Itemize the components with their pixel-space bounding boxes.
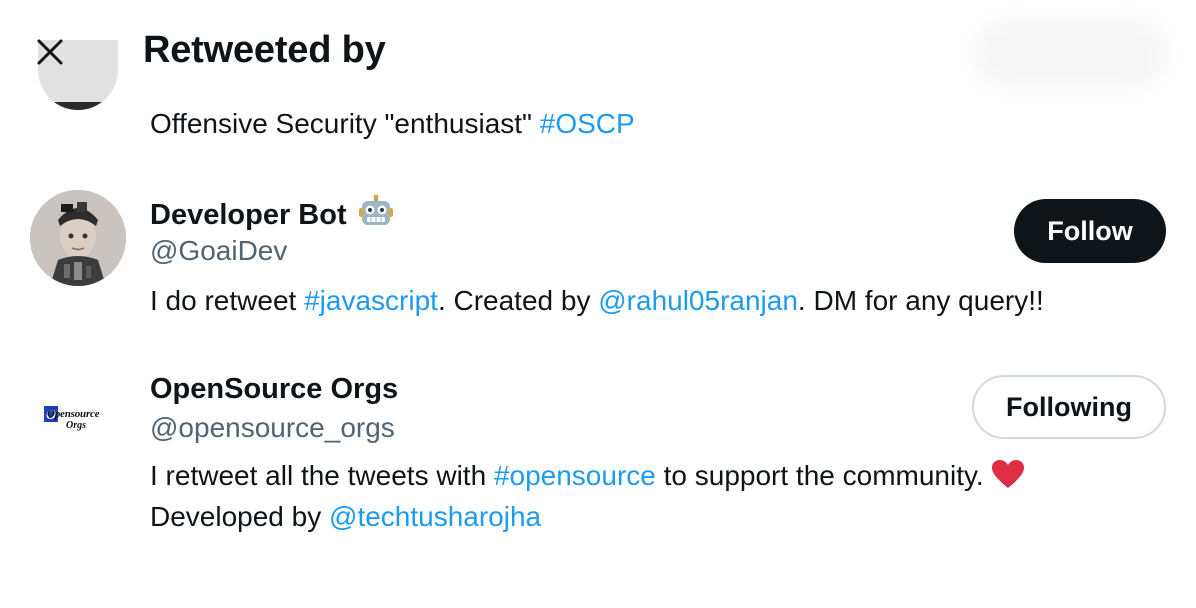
logo-text-line1: Opensource [47,408,100,420]
bio-text: Developed by [150,501,330,532]
red-heart-emoji-icon [992,460,1025,488]
user-handle[interactable]: @GoaiDev [150,232,287,270]
avatar[interactable]: O Opensource Orgs [30,366,126,462]
user-bio: I do retweet #javascript. Created by @ra… [150,281,1044,321]
bio-text: . DM for any query!! [797,285,1044,316]
robot-emoji-icon [358,194,393,225]
follow-button[interactable]: Follow [1014,199,1166,263]
user-handle[interactable]: @opensource_orgs [150,409,395,447]
hashtag-link[interactable]: #javascript [304,285,438,316]
user-bio-line2: Developed by @techtusharojha [150,497,541,537]
user-name-text: Developer Bot [150,199,347,231]
user-name[interactable]: OpenSource Orgs [150,370,398,408]
bio-text: I do retweet [150,285,305,316]
close-button[interactable] [24,26,76,78]
close-icon [37,39,63,65]
logo-text-line2: Orgs [66,420,87,431]
user-bio: I retweet all the tweets with #opensourc… [150,456,1025,496]
previous-user-bio: Offensive Security "enthusiast" #OSCP [150,104,635,144]
hashtag-link[interactable]: #opensource [494,460,656,491]
following-button[interactable]: Following [972,375,1166,439]
retweeted-by-modal: Offensive Security "enthusiast" #OSCP Re… [0,0,1196,608]
robot-portrait-image [30,190,126,286]
user-name[interactable]: Developer Bot [150,194,393,234]
mention-link[interactable]: @rahul05ranjan [598,285,798,316]
bio-text: . Created by [437,285,599,316]
modal-header: Retweeted by [0,0,1196,102]
previous-user-bio-text: Offensive Security "enthusiast" [150,108,540,139]
avatar[interactable] [30,190,126,286]
mention-link[interactable]: @techtusharojha [329,501,541,532]
hashtag-link[interactable]: #OSCP [540,108,635,139]
bio-text: to support the community. [655,460,992,491]
modal-title: Retweeted by [143,29,386,71]
bio-text: I retweet all the tweets with [150,460,494,491]
header-blur-backdrop [976,20,1166,86]
